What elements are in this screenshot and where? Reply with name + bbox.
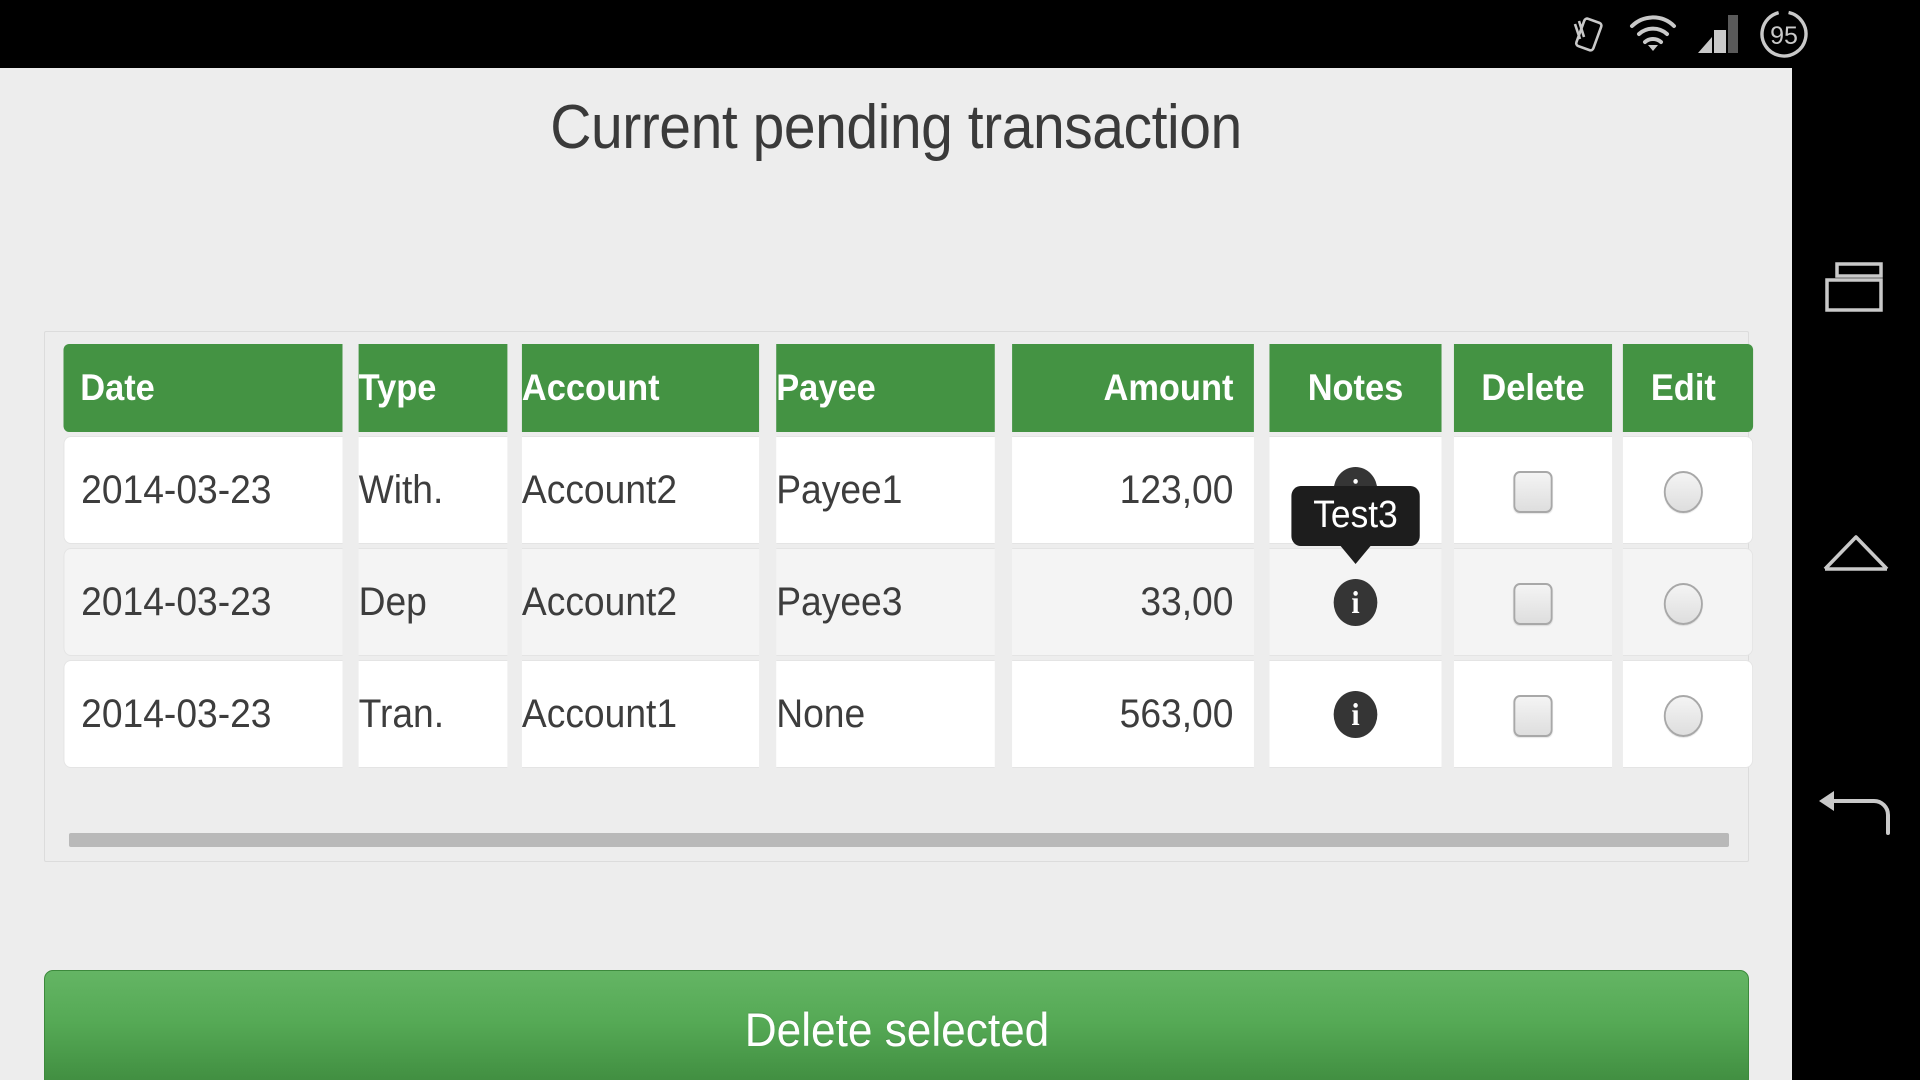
notes-tooltip-wrapper: i — [1333, 690, 1378, 738]
column-header-payee[interactable]: Payee — [776, 344, 995, 432]
cell-delete — [1453, 548, 1613, 656]
table-row[interactable]: 2014-03-23 Dep Account2 Payee3 33,00 i T… — [53, 486, 1758, 656]
column-header-delete[interactable]: Delete — [1453, 344, 1613, 432]
phone-screen: 95 Current pending transaction Date Type… — [0, 0, 1920, 1080]
app-viewport: Current pending transaction Date Type Ac… — [0, 68, 1792, 1080]
status-bar: 95 — [0, 0, 1920, 68]
cell-date: 2014-03-23 — [63, 548, 343, 656]
table-header: Date Type Account Payee Amount Notes Del… — [53, 344, 1758, 432]
recent-apps-button[interactable] — [1808, 242, 1904, 338]
column-header-type[interactable]: Type — [358, 344, 508, 432]
cell-type: With. — [358, 436, 508, 544]
notes-tooltip: Test3 — [1290, 486, 1421, 565]
info-icon[interactable]: i — [1333, 690, 1378, 738]
column-header-edit[interactable]: Edit — [1622, 344, 1754, 432]
table-scroll-area[interactable]: Date Type Account Payee Amount Notes Del… — [53, 340, 1754, 861]
table-header-row: Date Type Account Payee Amount Notes Del… — [53, 344, 1758, 432]
notes-tooltip-wrapper: i Test3 — [1290, 486, 1421, 626]
cell-type: Tran. — [358, 660, 508, 768]
cell-delete — [1453, 436, 1613, 544]
column-header-account[interactable]: Account — [521, 344, 760, 432]
cell-payee: Payee1 — [776, 436, 995, 544]
battery-level-text: 95 — [1770, 22, 1798, 50]
wifi-icon — [1628, 13, 1678, 55]
cell-account: Account2 — [521, 436, 760, 544]
delete-selected-button[interactable]: Delete selected — [44, 970, 1749, 1080]
tooltip-arrow-icon — [1339, 545, 1372, 565]
cell-edit — [1622, 548, 1754, 656]
delete-checkbox[interactable] — [1513, 470, 1553, 513]
edit-radio[interactable] — [1663, 582, 1703, 625]
cell-amount: 123,00 — [1012, 436, 1254, 544]
cell-payee: None — [776, 660, 995, 768]
column-header-notes[interactable]: Notes — [1269, 344, 1442, 432]
info-icon[interactable]: i — [1333, 578, 1378, 626]
battery-icon: 95 — [1758, 8, 1810, 60]
info-icon-glyph: i — [1351, 584, 1360, 621]
cell-notes: i Test3 — [1269, 486, 1442, 656]
cell-delete — [1453, 660, 1613, 768]
home-icon — [1819, 529, 1893, 580]
transactions-table-panel: Date Type Account Payee Amount Notes Del… — [44, 331, 1754, 862]
cell-date: 2014-03-23 — [63, 660, 343, 768]
cell-notes: i — [1269, 660, 1442, 768]
notes-tooltip-text: Test3 — [1313, 494, 1398, 537]
edit-radio[interactable] — [1663, 694, 1703, 737]
android-navigation-bar — [1792, 68, 1920, 1080]
info-icon-glyph: i — [1351, 696, 1360, 733]
cellular-signal-icon — [1696, 13, 1740, 55]
table-row[interactable]: 2014-03-23 With. Account2 Payee1 123,00 … — [53, 436, 1758, 544]
rotate-phone-icon — [1566, 12, 1610, 56]
table-body: 2014-03-23 With. Account2 Payee1 123,00 … — [53, 436, 1758, 768]
cell-payee: Payee3 — [776, 548, 995, 656]
column-header-date[interactable]: Date — [63, 344, 343, 432]
home-button[interactable] — [1808, 506, 1904, 602]
recent-apps-icon — [1819, 260, 1893, 321]
table-row[interactable]: 2014-03-23 Tran. Account1 None 563,00 i — [53, 660, 1758, 768]
cell-amount: 33,00 — [1012, 548, 1254, 656]
cell-amount: 563,00 — [1012, 660, 1254, 768]
horizontal-scrollbar-track[interactable] — [69, 833, 1741, 847]
cell-edit — [1622, 660, 1754, 768]
transactions-table: Date Type Account Payee Amount Notes Del… — [53, 340, 1758, 772]
cell-edit — [1622, 436, 1754, 544]
cell-type: Dep — [358, 548, 508, 656]
horizontal-scrollbar-thumb[interactable] — [69, 833, 1729, 847]
back-icon — [1816, 789, 1896, 848]
delete-selected-label: Delete selected — [744, 1002, 1049, 1056]
back-button[interactable] — [1808, 770, 1904, 866]
delete-checkbox[interactable] — [1513, 694, 1553, 737]
cell-date: 2014-03-23 — [63, 436, 343, 544]
page-title: Current pending transaction — [550, 93, 1242, 162]
delete-checkbox[interactable] — [1513, 582, 1553, 625]
column-header-amount[interactable]: Amount — [1012, 344, 1254, 432]
cell-account: Account1 — [521, 660, 760, 768]
edit-radio[interactable] — [1663, 470, 1703, 513]
cell-account: Account2 — [521, 548, 760, 656]
